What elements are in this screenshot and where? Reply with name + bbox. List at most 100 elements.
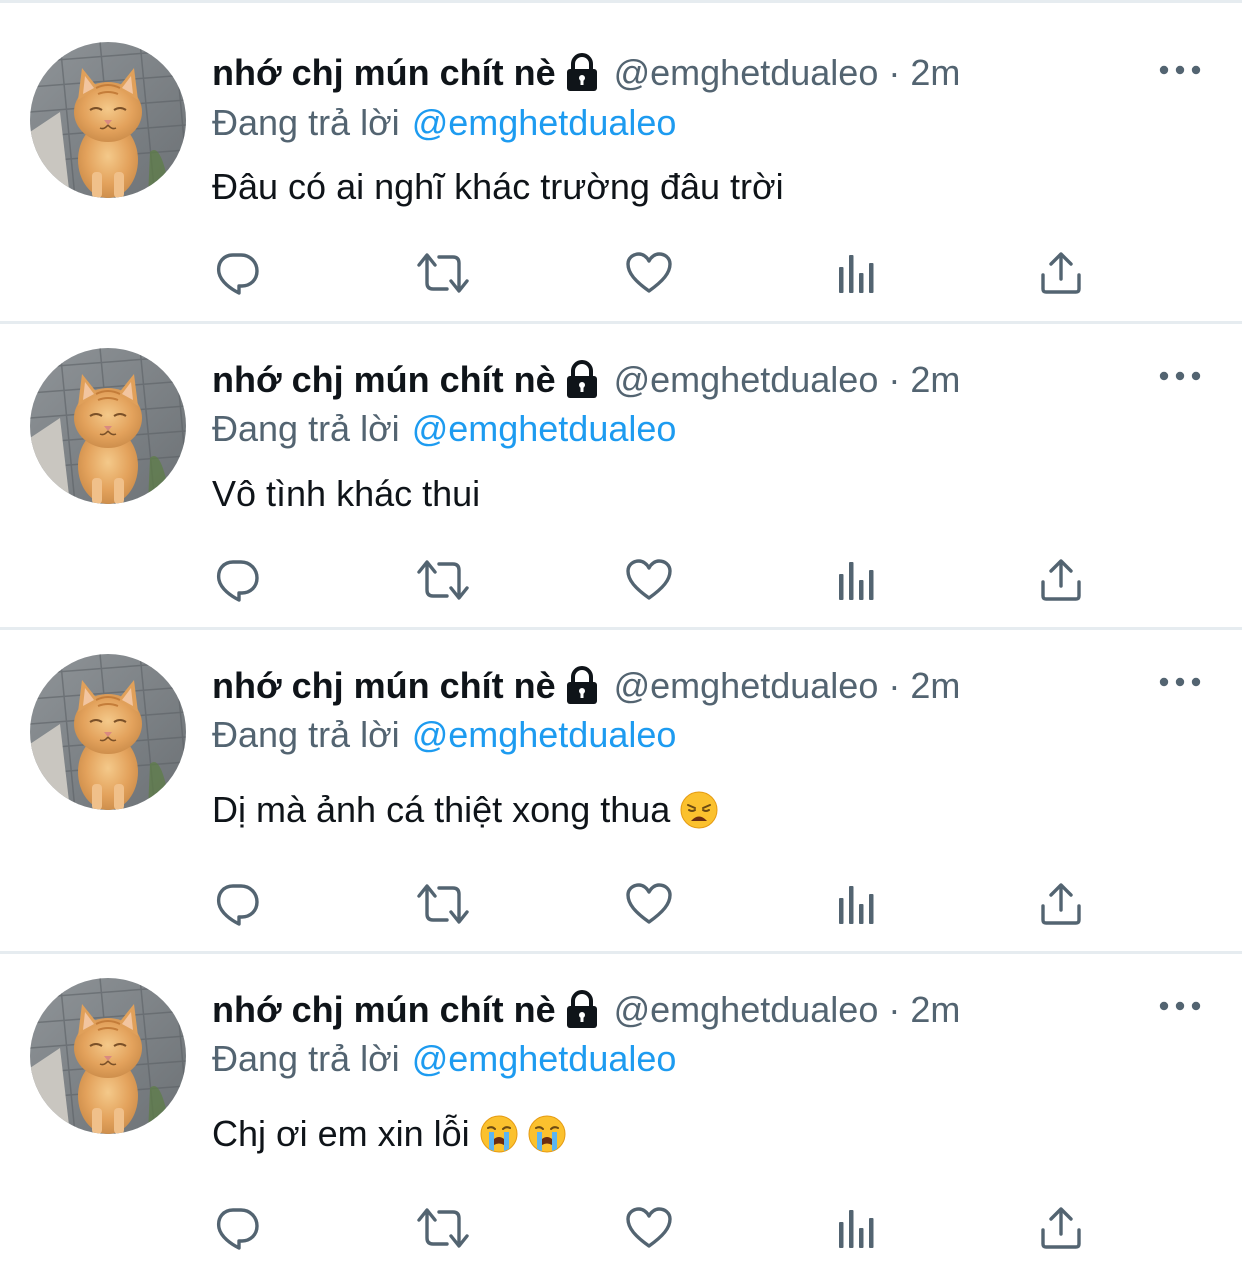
timestamp[interactable]: 2m (910, 359, 960, 401)
display-name[interactable]: nhớ chj mún chít nè (212, 52, 556, 94)
cat-avatar-icon (30, 654, 186, 810)
user-handle[interactable]: @emghetdualeo (614, 359, 879, 401)
tweet-actions (0, 874, 1242, 934)
replying-to-handle[interactable]: @emghetdualeo (412, 408, 677, 450)
heart-icon (625, 1206, 673, 1250)
tweet-header: nhớ chj mún chít nè @emghetdualeo · 2m (212, 661, 960, 711)
replying-to-label: Đang trả lời (212, 102, 400, 143)
retweet-button[interactable] (413, 550, 473, 610)
avatar[interactable] (30, 42, 186, 198)
analytics-icon (836, 251, 876, 295)
reply-button[interactable] (207, 550, 267, 610)
retweet-button[interactable] (413, 874, 473, 934)
tweet-actions (0, 550, 1242, 610)
replying-to-handle[interactable]: @emghetdualeo (412, 714, 677, 756)
share-button[interactable] (1031, 1198, 1091, 1258)
retweet-button[interactable] (413, 1198, 473, 1258)
display-name[interactable]: nhớ chj mún chít nè (212, 989, 556, 1031)
share-button[interactable] (1031, 874, 1091, 934)
like-button[interactable] (619, 1198, 679, 1258)
reply-button[interactable] (207, 1198, 267, 1258)
analytics-button[interactable] (826, 1198, 886, 1258)
share-icon (1039, 558, 1083, 602)
share-button[interactable] (1031, 243, 1091, 303)
retweet-icon (413, 249, 473, 297)
lock-icon (564, 360, 600, 400)
display-name[interactable]: nhớ chj mún chít nè (212, 359, 556, 401)
retweet-button[interactable] (413, 243, 473, 303)
user-handle[interactable]: @emghetdualeo (614, 52, 879, 94)
share-button[interactable] (1031, 550, 1091, 610)
tweet-text-content: Chj ơi em xin lỗi (212, 1113, 470, 1154)
separator-dot: · (888, 989, 901, 1030)
share-icon (1039, 251, 1083, 295)
analytics-icon (836, 882, 876, 926)
analytics-button[interactable] (826, 874, 886, 934)
heart-icon (625, 251, 673, 295)
tweet-actions (0, 1198, 1242, 1258)
tweet-header: nhớ chj mún chít nè @emghetdualeo · 2m (212, 985, 960, 1035)
loudly-crying-face-icon (528, 1115, 566, 1153)
tweet-text: Đâu có ai nghĩ khác trường đâu trời (212, 160, 784, 214)
like-button[interactable] (619, 550, 679, 610)
weary-face-icon (680, 791, 718, 829)
replying-to: Đang trả lời @emghetdualeo (212, 98, 676, 148)
cat-avatar-icon (30, 348, 186, 504)
timestamp[interactable]: 2m (910, 989, 960, 1031)
tweet-actions (0, 243, 1242, 303)
user-handle[interactable]: @emghetdualeo (614, 989, 879, 1031)
reply-icon (213, 556, 261, 604)
lock-icon (564, 53, 600, 93)
more-icon[interactable] (1156, 58, 1204, 82)
heart-icon (625, 558, 673, 602)
like-button[interactable] (619, 243, 679, 303)
separator-dot: · (888, 52, 901, 93)
share-icon (1039, 1206, 1083, 1250)
replying-to: Đang trả lời @emghetdualeo (212, 710, 676, 760)
timestamp[interactable]: 2m (910, 665, 960, 707)
tweet[interactable]: nhớ chj mún chít nè @emghetdualeo · 2m Đ… (0, 954, 1242, 1274)
tweet-text-content: Vô tình khác thui (212, 473, 481, 514)
tweet-text: Dị mà ảnh cá thiệt xong thua (212, 783, 718, 837)
analytics-icon (836, 1206, 876, 1250)
share-icon (1039, 882, 1083, 926)
tweet-text: Chj ơi em xin lỗi (212, 1107, 566, 1161)
retweet-icon (413, 556, 473, 604)
display-name[interactable]: nhớ chj mún chít nè (212, 665, 556, 707)
analytics-button[interactable] (826, 243, 886, 303)
more-icon[interactable] (1156, 994, 1204, 1018)
cat-avatar-icon (30, 978, 186, 1134)
like-button[interactable] (619, 874, 679, 934)
tweet-header: nhớ chj mún chít nè @emghetdualeo · 2m (212, 48, 960, 98)
separator-dot: · (888, 665, 901, 706)
avatar[interactable] (30, 978, 186, 1134)
user-handle[interactable]: @emghetdualeo (614, 665, 879, 707)
analytics-icon (836, 558, 876, 602)
retweet-icon (413, 1204, 473, 1252)
replying-to-label: Đang trả lời (212, 1038, 400, 1079)
reply-icon (213, 249, 261, 297)
tweet-text-content: Dị mà ảnh cá thiệt xong thua (212, 789, 671, 830)
lock-icon (564, 666, 600, 706)
reply-icon (213, 880, 261, 928)
replying-to: Đang trả lời @emghetdualeo (212, 404, 676, 454)
avatar[interactable] (30, 348, 186, 504)
separator-dot: · (888, 359, 901, 400)
replying-to: Đang trả lời @emghetdualeo (212, 1034, 676, 1084)
more-icon[interactable] (1156, 364, 1204, 388)
tweet[interactable]: nhớ chj mún chít nè @emghetdualeo · 2m Đ… (0, 630, 1242, 951)
tweet[interactable]: nhớ chj mún chít nè @emghetdualeo · 2m Đ… (0, 324, 1242, 627)
reply-icon (213, 1204, 261, 1252)
replying-to-handle[interactable]: @emghetdualeo (412, 102, 677, 144)
tweet[interactable]: nhớ chj mún chít nè @emghetdualeo · 2m Đ… (0, 0, 1242, 321)
replying-to-label: Đang trả lời (212, 714, 400, 755)
timestamp[interactable]: 2m (910, 52, 960, 94)
retweet-icon (413, 880, 473, 928)
tweet-text-content: Đâu có ai nghĩ khác trường đâu trời (212, 166, 784, 207)
reply-button[interactable] (207, 243, 267, 303)
analytics-button[interactable] (826, 550, 886, 610)
reply-button[interactable] (207, 874, 267, 934)
more-icon[interactable] (1156, 670, 1204, 694)
avatar[interactable] (30, 654, 186, 810)
replying-to-handle[interactable]: @emghetdualeo (412, 1038, 677, 1080)
